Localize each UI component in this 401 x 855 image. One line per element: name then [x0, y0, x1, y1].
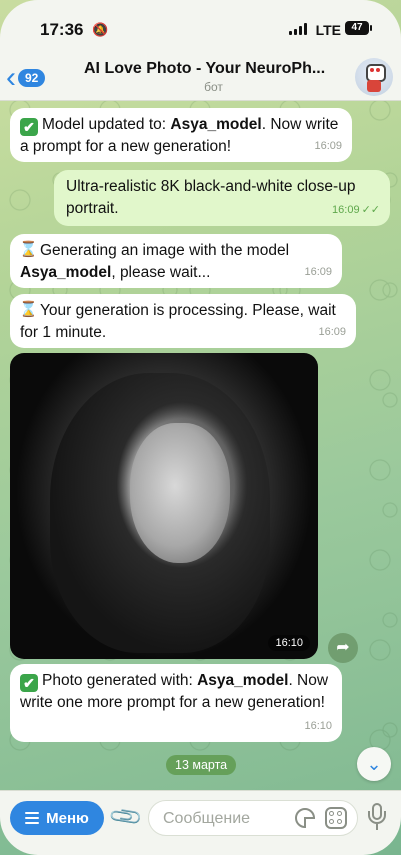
menu-button[interactable]: Меню: [10, 801, 104, 835]
microphone-icon[interactable]: [365, 803, 389, 833]
photo-time: 16:10: [268, 635, 310, 651]
message-bubble-outgoing[interactable]: Ultra-realistic 8K black-and-white close…: [54, 170, 390, 226]
battery-icon: 47: [345, 21, 372, 35]
attach-icon[interactable]: 📎: [107, 798, 144, 835]
network-type: LTE: [315, 22, 341, 38]
portrait-face: [130, 423, 230, 563]
hourglass-icon: [19, 299, 38, 321]
bell-muted-icon: 🔕: [92, 22, 109, 37]
robot-eye: [370, 68, 374, 72]
message-text: Generating an image with the model: [40, 242, 290, 259]
model-name: Asya_model: [170, 116, 262, 133]
message-time: 16:09: [304, 266, 332, 278]
message-text: , please wait...: [111, 264, 211, 281]
message-bubble[interactable]: Your generation is processing. Please, w…: [10, 294, 356, 348]
message-bubble[interactable]: ✔ Model updated to: Asya_model. Now write…: [10, 108, 352, 162]
robot-body: [367, 80, 381, 92]
chevron-down-icon: ⌄: [366, 754, 382, 774]
hamburger-icon: [25, 812, 40, 824]
message-bubble[interactable]: ✔ Photo generated with: Asya_model. Now w…: [10, 664, 342, 742]
message-input-field[interactable]: [148, 800, 358, 836]
message-text: Your generation is processing. Please, w…: [20, 302, 336, 341]
model-name: Asya_model: [197, 672, 289, 689]
message-text: Ultra-realistic 8K black-and-white close…: [66, 178, 356, 217]
status-bar: 17:36 🔕 LTE 47: [0, 0, 401, 56]
sticker-icon[interactable]: [295, 808, 315, 828]
scroll-down-button[interactable]: ⌄: [357, 747, 391, 781]
model-name: Asya_model: [20, 264, 112, 281]
unread-count-badge: 92: [18, 69, 46, 87]
menu-label: Меню: [46, 809, 89, 827]
signal-icon: [289, 23, 309, 35]
chat-header: ‹ 92 AI Love Photo - Your NeuroPh... бот: [0, 56, 401, 101]
chat-screen: 17:36 🔕 LTE 47 ‹ 92 AI Love Photo - Your…: [0, 0, 401, 855]
message-time: 16:10: [304, 720, 332, 732]
hourglass-icon: [19, 239, 38, 261]
chat-title[interactable]: AI Love Photo - Your NeuroPh...: [84, 60, 343, 78]
double-check-icon: ✓✓: [361, 204, 380, 216]
chevron-left-icon: ‹: [6, 61, 16, 94]
generated-photo[interactable]: 16:10: [10, 353, 318, 659]
check-mark-icon: ✔: [20, 118, 38, 136]
message-text: Model updated to:: [42, 116, 171, 133]
chat-subtitle: бот: [204, 80, 223, 94]
back-button[interactable]: ‹ 92: [6, 60, 46, 96]
message-time: 16:09: [318, 326, 346, 338]
bot-commands-icon[interactable]: [325, 807, 347, 829]
message-text: Photo generated with:: [42, 672, 198, 689]
message-time: 16:09: [314, 140, 342, 152]
message-input[interactable]: [161, 809, 285, 829]
check-mark-icon: ✔: [20, 674, 38, 692]
share-forward-icon[interactable]: ➦: [328, 633, 358, 663]
date-separator: 13 марта: [166, 755, 237, 775]
input-bar: Меню 📎: [0, 790, 401, 855]
message-time: 16:09 ✓✓: [332, 204, 380, 216]
robot-eye: [376, 68, 380, 72]
status-time: 17:36: [40, 20, 84, 39]
bot-avatar[interactable]: [355, 58, 393, 96]
message-bubble[interactable]: Generating an image with the model Asya_…: [10, 234, 342, 288]
